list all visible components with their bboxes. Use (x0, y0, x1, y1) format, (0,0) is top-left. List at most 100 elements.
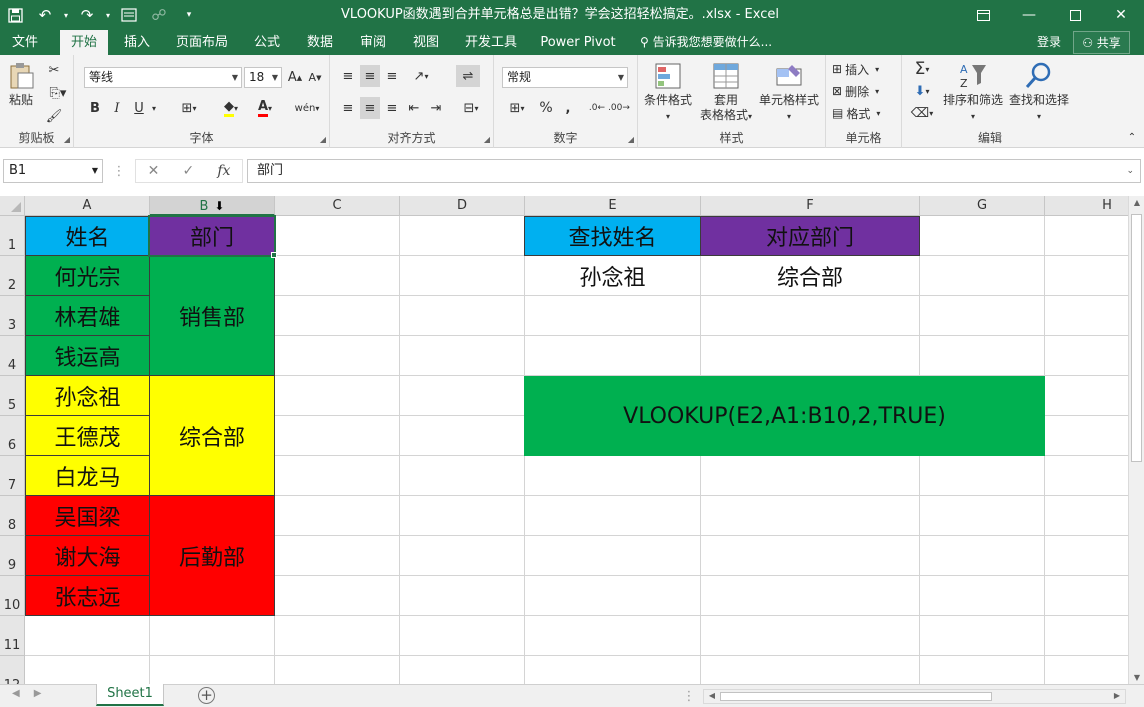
align-left-icon[interactable]: ≡ (338, 97, 358, 119)
redo-icon[interactable]: ↷ (72, 0, 102, 30)
save-icon[interactable] (0, 0, 30, 30)
increase-font-icon[interactable]: A ▲ (286, 67, 304, 88)
touch-mode-icon[interactable]: ☍ (144, 0, 174, 30)
cell-e2[interactable]: 孙念祖 (525, 256, 700, 295)
tab-formulas[interactable]: 公式 (244, 30, 290, 55)
vertical-scroll-thumb[interactable] (1131, 214, 1142, 462)
horizontal-scroll-thumb[interactable] (720, 692, 992, 701)
minimize-icon[interactable]: — (1006, 0, 1052, 30)
italic-button[interactable]: I (108, 97, 126, 119)
conditional-format-button[interactable]: 条件格式 ▾ (642, 61, 694, 124)
tab-home[interactable]: 开始 (60, 30, 108, 55)
tab-page-layout[interactable]: 页面布局 (168, 30, 236, 55)
fill-color-icon[interactable]: ◆ ▾ (216, 97, 246, 119)
increase-decimal-icon[interactable]: .0← (586, 97, 608, 119)
enter-icon[interactable]: ✓ (182, 163, 194, 179)
row-header-11[interactable]: 11 (0, 616, 25, 656)
cell-a6[interactable]: 王德茂 (25, 415, 150, 456)
login-link[interactable]: 登录 (1037, 30, 1061, 55)
share-button[interactable]: ⚇ 共享 (1073, 31, 1130, 54)
row-header-2[interactable]: 2 (0, 256, 25, 296)
dialog-launcher-icon[interactable]: ◢ (628, 135, 634, 144)
cell-f2[interactable]: 综合部 (701, 256, 919, 295)
tab-developer[interactable]: 开发工具 (458, 30, 524, 55)
dialog-launcher-icon[interactable]: ◢ (64, 135, 70, 144)
column-header-g[interactable]: G (920, 196, 1045, 216)
align-bottom-icon[interactable]: ≡ (382, 65, 402, 87)
dropdown-icon[interactable]: ▾ (102, 0, 114, 30)
copy-icon[interactable]: ⎘▾ (44, 83, 72, 103)
column-header-c[interactable]: C (275, 196, 400, 216)
cell-styles-button[interactable]: 单元格样式 ▾ (756, 61, 822, 124)
chevron-down-icon[interactable]: ▾ (148, 97, 160, 119)
font-size-combo[interactable]: 18 ▼ (244, 67, 282, 88)
font-color-icon[interactable]: A ▾ (250, 97, 280, 119)
row-header-8[interactable]: 8 (0, 496, 25, 536)
row-header-7[interactable]: 7 (0, 456, 25, 496)
row-header-5[interactable]: 5 (0, 376, 25, 416)
row-header-1[interactable]: 1 (0, 216, 25, 256)
sheet-nav-arrows[interactable]: ◀▶ (12, 688, 55, 699)
cancel-icon[interactable]: ✕ (148, 163, 160, 179)
underline-button[interactable]: U (130, 97, 148, 119)
align-center-icon[interactable]: ≡ (360, 97, 380, 119)
comma-button[interactable]: , (558, 97, 578, 119)
tab-power-pivot[interactable]: Power Pivot (536, 30, 620, 55)
cell-a9[interactable]: 谢大海 (25, 535, 150, 576)
sheet-tab-sheet1[interactable]: Sheet1 (96, 684, 164, 706)
font-name-combo[interactable]: 等线 ▼ (84, 67, 242, 88)
cell-b5-b7-merged[interactable]: 综合部 (149, 375, 275, 496)
tab-review[interactable]: 审阅 (350, 30, 396, 55)
dialog-launcher-icon[interactable]: ◢ (320, 135, 326, 144)
borders-icon[interactable]: ⊞ ▾ (174, 97, 204, 119)
format-as-table-button[interactable]: 套用 表格格式▾ (696, 61, 756, 124)
decrease-decimal-icon[interactable]: .00→ (608, 97, 630, 119)
tell-me-box[interactable]: ⚲ 告诉我您想要做什么... (640, 30, 772, 55)
scroll-up-icon[interactable]: ▲ (1129, 198, 1144, 207)
worksheet-grid[interactable]: A B ⬇ C D E F G H 1 2 3 4 5 6 7 8 9 10 11… (0, 196, 1128, 684)
format-painter-icon[interactable]: 🖌 (44, 106, 64, 126)
align-top-icon[interactable]: ≡ (338, 65, 358, 87)
paste-button[interactable]: 粘贴 (4, 61, 38, 108)
select-all-corner[interactable] (0, 196, 25, 216)
row-header-4[interactable]: 4 (0, 336, 25, 376)
name-box[interactable]: B1 ▼ (3, 159, 103, 183)
row-header-12[interactable]: 12 (0, 656, 25, 684)
vertical-scrollbar[interactable]: ▲ ▼ (1128, 196, 1144, 684)
form-icon[interactable] (114, 0, 144, 30)
cell-e1[interactable]: 查找姓名 (524, 216, 701, 256)
cell-b8-b10-merged[interactable]: 后勤部 (149, 495, 275, 616)
cell-b2-b4-merged[interactable]: 销售部 (149, 255, 275, 376)
column-header-d[interactable]: D (400, 196, 525, 216)
format-cells-button[interactable]: ▤ 格式 ▾ (832, 103, 898, 123)
tab-data[interactable]: 数据 (296, 30, 344, 55)
merge-center-icon[interactable]: ⊟ ▾ (456, 97, 486, 119)
expand-formula-icon[interactable]: ⌄ (1126, 160, 1134, 182)
cell-a4[interactable]: 钱运高 (25, 335, 150, 376)
cell-a3[interactable]: 林君雄 (25, 295, 150, 336)
formula-note-e5-g6[interactable]: VLOOKUP(E2,A1:B10,2,TRUE) (524, 376, 1045, 456)
insert-cells-button[interactable]: ⊞ 插入 ▾ (832, 59, 898, 79)
cut-icon[interactable]: ✂ (44, 60, 64, 80)
column-header-a[interactable]: A (25, 196, 150, 216)
phonetic-icon[interactable]: wén ▾ (292, 97, 322, 119)
cell-a8[interactable]: 吴国梁 (25, 495, 150, 536)
number-format-combo[interactable]: 常规 ▼ (502, 67, 628, 88)
cell-a5[interactable]: 孙念祖 (25, 375, 150, 416)
delete-cells-button[interactable]: ⊠ 删除 ▾ (832, 81, 898, 101)
orientation-icon[interactable]: ↗ ▾ (406, 65, 436, 87)
fill-handle[interactable] (271, 252, 277, 258)
ribbon-display-icon[interactable] (960, 0, 1006, 30)
align-middle-icon[interactable]: ≡ (360, 65, 380, 87)
add-sheet-icon[interactable]: + (198, 687, 215, 704)
close-icon[interactable]: ✕ (1098, 0, 1144, 30)
percent-button[interactable]: % (536, 97, 556, 119)
increase-indent-icon[interactable]: ⇥ (426, 97, 446, 119)
scroll-down-icon[interactable]: ▼ (1129, 673, 1144, 682)
clear-icon[interactable]: ⌫ ▾ (906, 103, 938, 123)
find-select-button[interactable]: 查找和选择 ▾ (1006, 61, 1072, 124)
formula-input[interactable]: 部门 ⌄ (247, 159, 1141, 183)
tab-view[interactable]: 视图 (402, 30, 450, 55)
column-header-b[interactable]: B ⬇ (150, 196, 275, 216)
dropdown-icon[interactable]: ▾ (60, 0, 72, 30)
